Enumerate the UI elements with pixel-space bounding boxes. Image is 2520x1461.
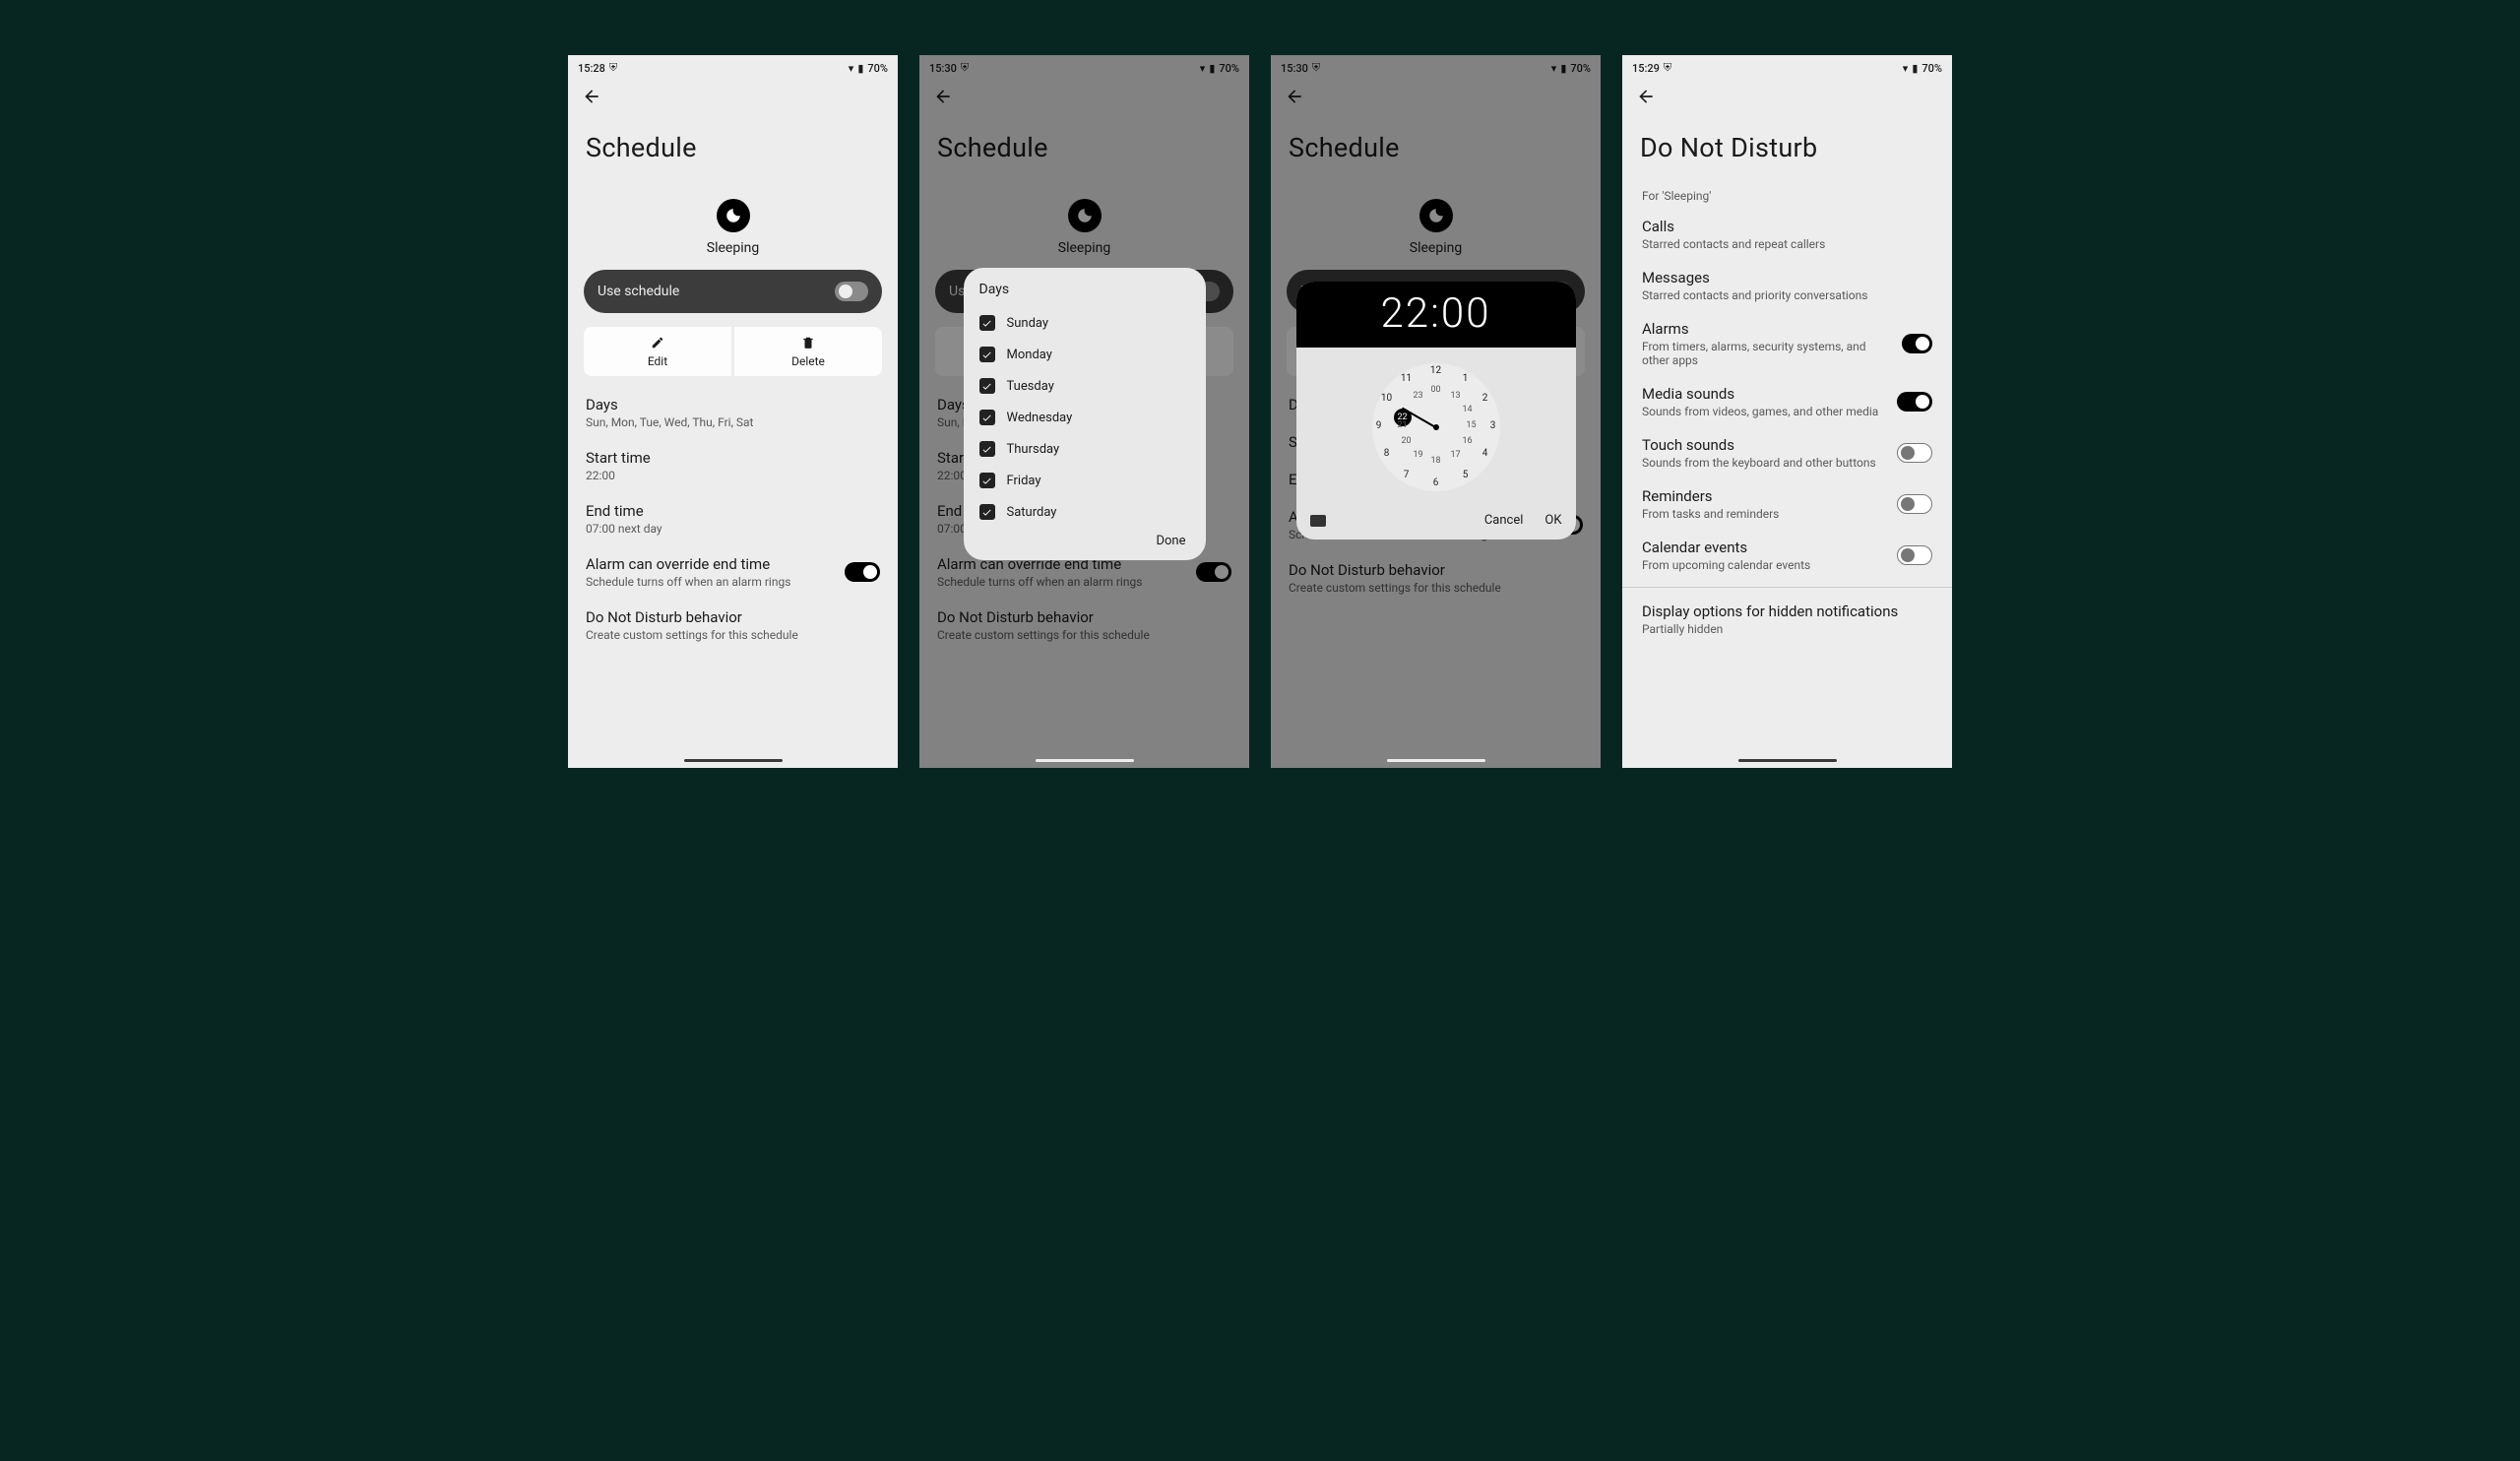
done-button[interactable]: Done xyxy=(979,528,1190,550)
use-schedule-label: Use schedule xyxy=(598,284,679,299)
calls-item[interactable]: CallsStarred contacts and repeat callers xyxy=(1622,209,1952,260)
nav-bar xyxy=(1036,759,1134,762)
reminders-switch[interactable] xyxy=(1897,494,1932,514)
days-dialog: Days Sunday Monday Tuesday Wednesday Thu… xyxy=(964,268,1206,560)
shield-icon: ⛨ xyxy=(1664,61,1671,75)
touch-switch[interactable] xyxy=(1897,443,1932,463)
day-option-saturday[interactable]: Saturday xyxy=(979,496,1190,528)
check-icon xyxy=(979,315,995,331)
time-picker-dialog: 22:00 22 12 1 2 3 4 5 6 7 8 9 10 11 00 xyxy=(1296,282,1576,540)
delete-button[interactable]: Delete xyxy=(734,327,882,376)
battery-text: 70% xyxy=(867,62,888,75)
touch-item[interactable]: Touch soundsSounds from the keyboard and… xyxy=(1622,427,1952,478)
messages-item[interactable]: MessagesStarred contacts and priority co… xyxy=(1622,260,1952,311)
page-title: Schedule xyxy=(568,110,898,173)
display-options-item[interactable]: Display options for hidden notifications… xyxy=(1622,594,1952,645)
calendar-item[interactable]: Calendar eventsFrom upcoming calendar ev… xyxy=(1622,530,1952,581)
wifi-icon: ▾ xyxy=(849,62,854,75)
day-option-tuesday[interactable]: Tuesday xyxy=(979,370,1190,402)
days-value: Sun, Mon, Tue, Wed, Thu, Fri, Sat xyxy=(586,415,880,429)
alarm-override-switch[interactable] xyxy=(845,562,880,582)
trash-icon xyxy=(801,336,815,352)
screen-dnd: 15:29⛨ ▾▮70% Do Not Disturb For 'Sleepin… xyxy=(1622,55,1952,768)
schedule-name: Sleeping xyxy=(707,240,759,256)
edit-label: Edit xyxy=(648,354,667,368)
status-bar: 15:29⛨ ▾▮70% xyxy=(1622,55,1952,79)
keyboard-icon[interactable] xyxy=(1310,515,1326,527)
cancel-button[interactable]: Cancel xyxy=(1484,513,1524,528)
status-bar: 15:28 ⛨ ▾▮ 70% xyxy=(568,55,898,79)
day-option-thursday[interactable]: Thursday xyxy=(979,433,1190,465)
nav-bar xyxy=(1738,759,1837,762)
ok-button[interactable]: OK xyxy=(1544,513,1561,528)
edit-button[interactable]: Edit xyxy=(584,327,731,376)
section-header: For 'Sleeping' xyxy=(1622,173,1952,209)
shield-icon: ⛨ xyxy=(609,61,617,75)
back-icon[interactable] xyxy=(1636,87,1656,106)
nav-bar xyxy=(1387,759,1485,762)
use-schedule-toggle[interactable]: Use schedule xyxy=(584,270,882,313)
delete-label: Delete xyxy=(791,354,825,368)
moon-icon xyxy=(717,199,750,232)
screen-schedule: 15:28 ⛨ ▾▮ 70% Schedule Sleeping Use sched… xyxy=(568,55,898,768)
screen-days-dialog: 15:30⛨ ▾▮70% Schedule Sleeping Use sched… xyxy=(919,55,1249,768)
reminders-item[interactable]: RemindersFrom tasks and reminders xyxy=(1622,478,1952,530)
clock-face[interactable]: 22 12 1 2 3 4 5 6 7 8 9 10 11 00 13 14 1… xyxy=(1372,363,1500,491)
pencil-icon xyxy=(651,336,664,352)
screen-time-picker: 15:30⛨ ▾▮70% Schedule Sleeping Use sched… xyxy=(1271,55,1601,768)
media-item[interactable]: Media soundsSounds from videos, games, a… xyxy=(1622,376,1952,427)
time-display[interactable]: 22:00 xyxy=(1296,282,1576,348)
media-switch[interactable] xyxy=(1897,392,1932,412)
divider xyxy=(1622,587,1952,588)
page-title: Do Not Disturb xyxy=(1622,110,1952,173)
battery-icon: ▮ xyxy=(1912,62,1918,75)
alarms-item[interactable]: AlarmsFrom timers, alarms, security syst… xyxy=(1622,311,1952,376)
day-option-sunday[interactable]: Sunday xyxy=(979,307,1190,339)
day-option-friday[interactable]: Friday xyxy=(979,465,1190,496)
battery-icon: ▮ xyxy=(857,62,863,75)
start-time-item[interactable]: Start time 22:00 xyxy=(568,439,898,492)
alarm-override-item[interactable]: Alarm can override end time Schedule tur… xyxy=(568,545,898,599)
days-item[interactable]: Days Sun, Mon, Tue, Wed, Thu, Fri, Sat xyxy=(568,386,898,439)
end-time-item[interactable]: End time 07:00 next day xyxy=(568,492,898,545)
dialog-title: Days xyxy=(979,282,1190,297)
status-time: 15:28 xyxy=(578,62,605,75)
calendar-switch[interactable] xyxy=(1897,545,1932,565)
nav-bar xyxy=(684,759,783,762)
back-icon[interactable] xyxy=(582,87,601,106)
dnd-behavior-item[interactable]: Do Not Disturb behavior Create custom se… xyxy=(568,599,898,652)
alarms-switch[interactable] xyxy=(1902,334,1932,353)
use-schedule-switch[interactable] xyxy=(835,282,868,301)
days-title: Days xyxy=(586,396,880,413)
day-option-wednesday[interactable]: Wednesday xyxy=(979,402,1190,433)
wifi-icon: ▾ xyxy=(1903,62,1909,75)
day-option-monday[interactable]: Monday xyxy=(979,339,1190,370)
